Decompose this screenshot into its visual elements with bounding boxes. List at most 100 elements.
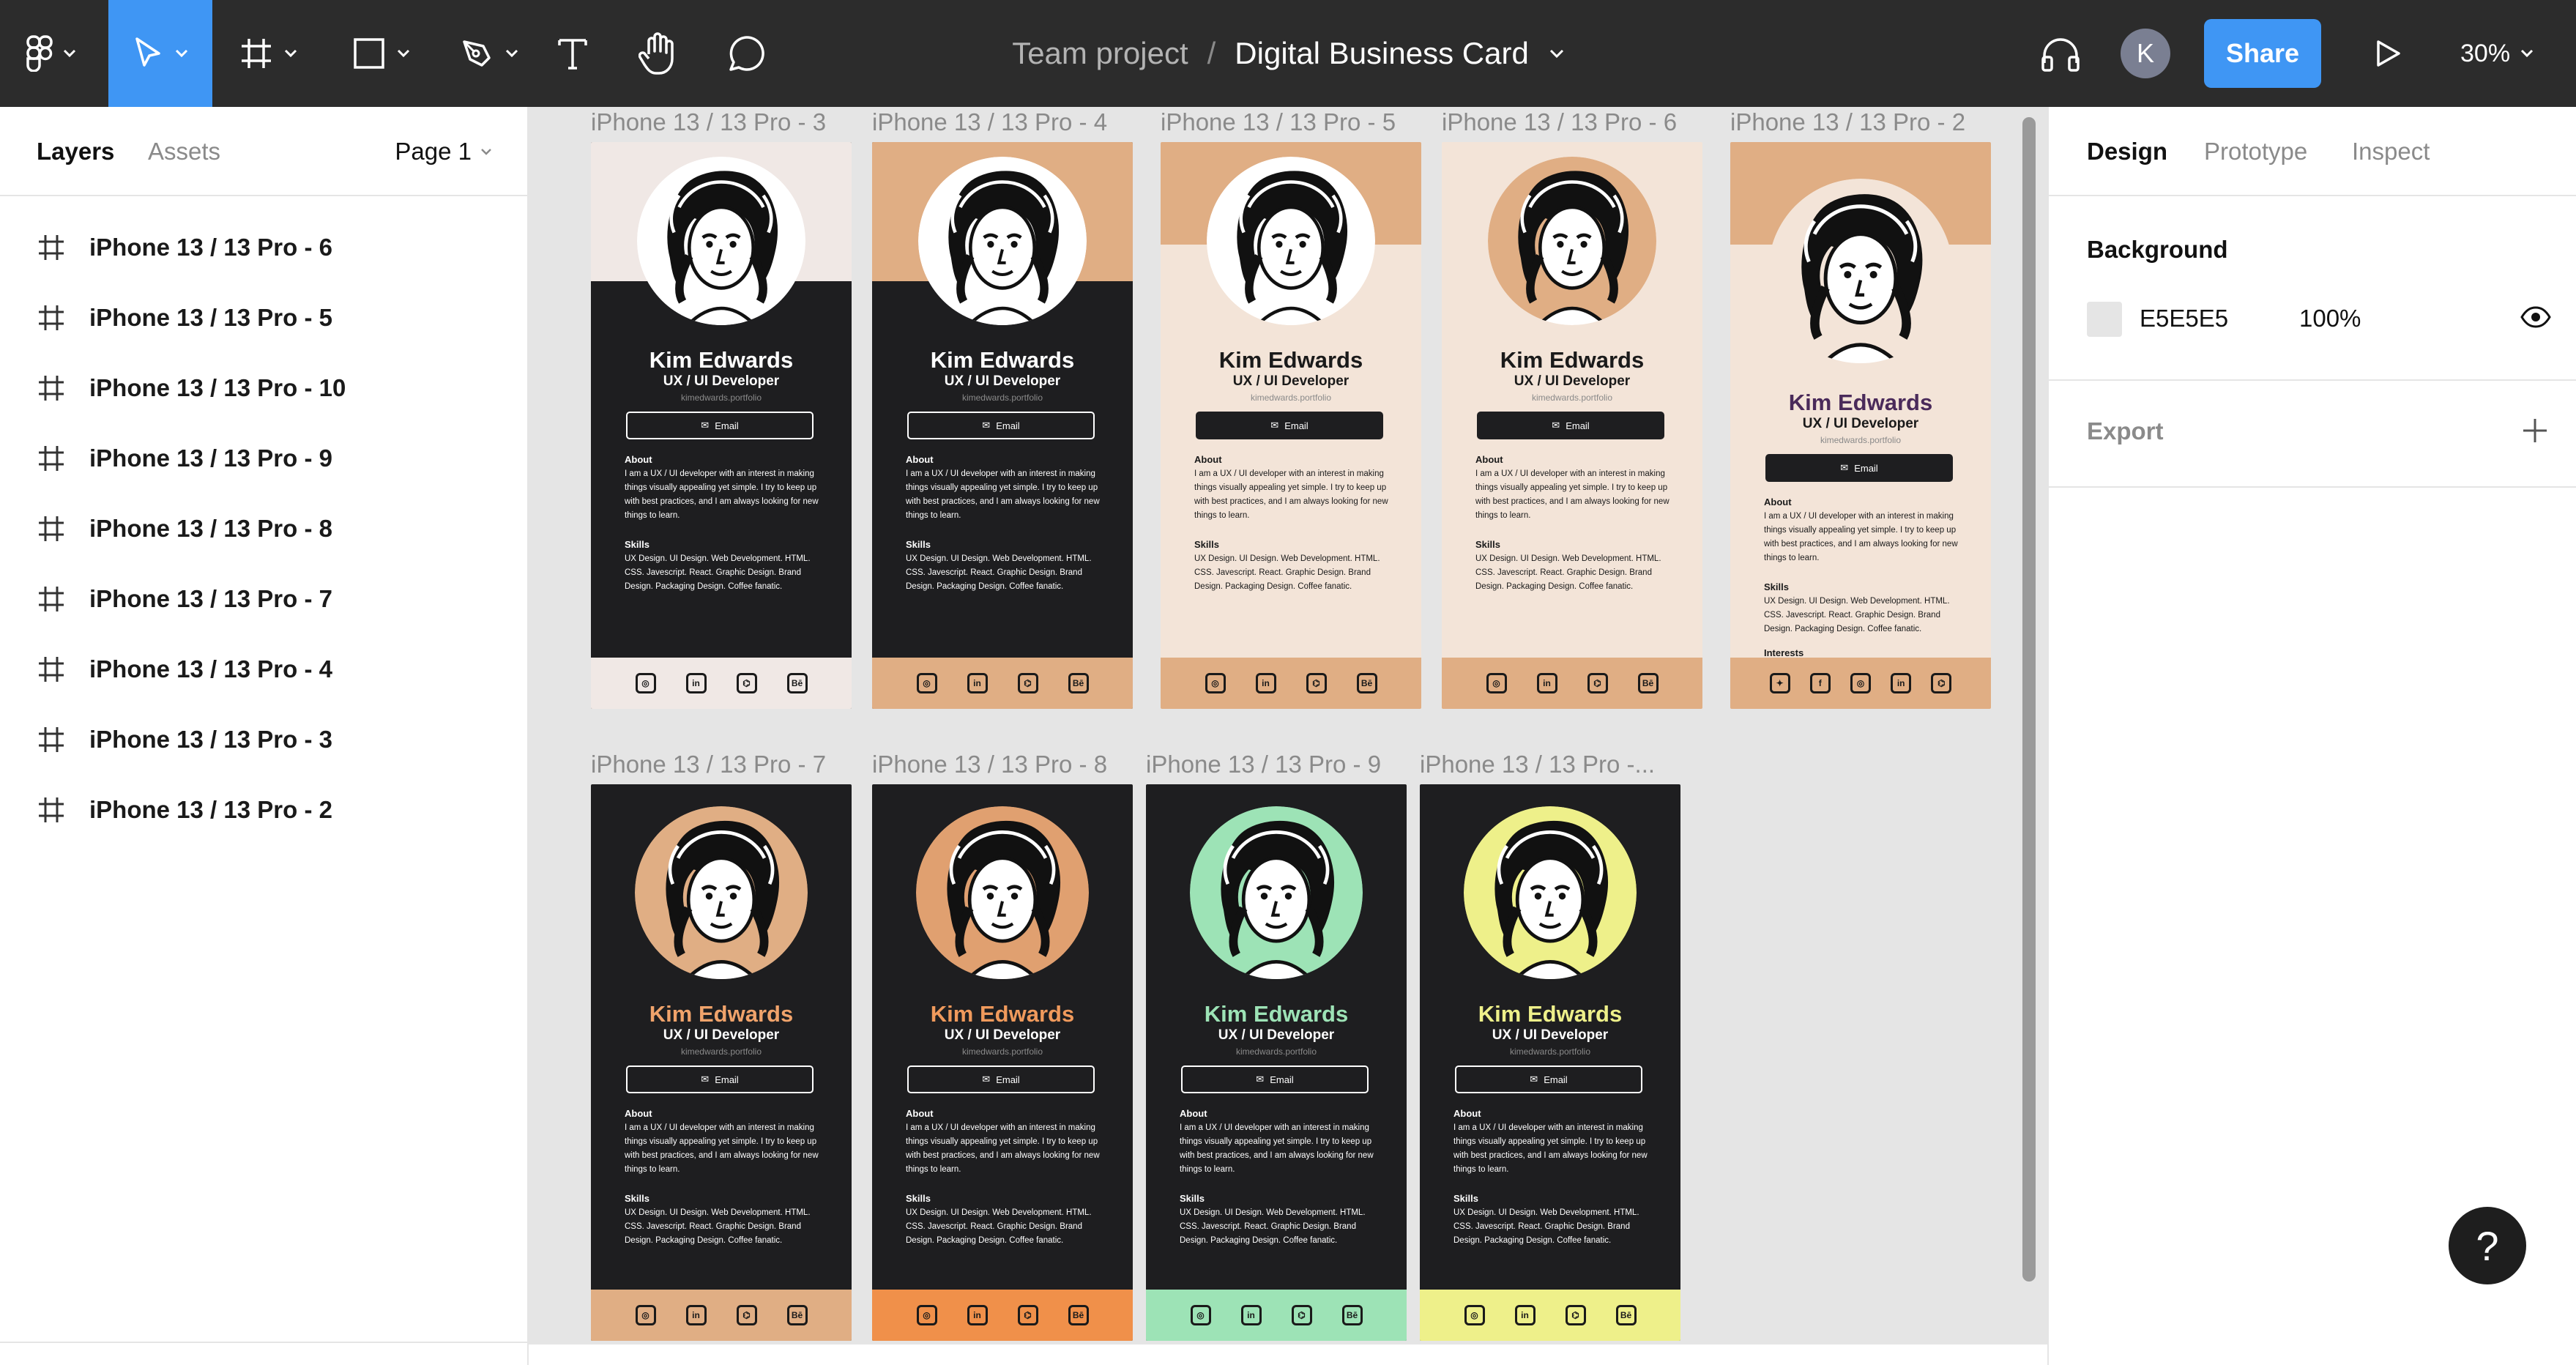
audio-call-button[interactable] [2034, 0, 2087, 107]
share-button[interactable]: Share [2204, 19, 2321, 88]
business-card-frame[interactable]: Kim Edwards UX / UI Developer kimedwards.p… [591, 142, 852, 709]
linkedin-icon[interactable]: in [967, 1305, 988, 1325]
tab-layers[interactable]: Layers [37, 138, 114, 165]
chevron-down-icon[interactable] [1549, 48, 1564, 59]
present-button[interactable] [2362, 0, 2415, 107]
business-card-frame[interactable]: Kim Edwards UX / UI Developer kimedwards.p… [1146, 784, 1407, 1341]
business-card-frame[interactable]: Kim Edwards UX / UI Developer kimedwards.p… [1161, 142, 1421, 709]
business-card-frame[interactable]: Kim Edwards UX / UI Developer kimedwards.p… [1730, 142, 1991, 709]
layer-item[interactable]: iPhone 13 / 13 Pro - 9 [0, 423, 527, 494]
email-button[interactable]: ✉ Email [1196, 412, 1383, 439]
tab-inspect[interactable]: Inspect [2352, 138, 2430, 165]
instagram-icon[interactable]: ◎ [1190, 1305, 1211, 1325]
github-icon[interactable]: ⌬ [1291, 1305, 1312, 1325]
project-name[interactable]: Team project [1012, 36, 1188, 71]
instagram-icon[interactable]: ◎ [916, 1305, 937, 1325]
instagram-icon[interactable]: ◎ [916, 673, 937, 693]
background-color-swatch[interactable] [2087, 302, 2122, 337]
frame-tool-button[interactable] [220, 0, 316, 107]
frame-label[interactable]: iPhone 13 / 13 Pro - 3 [591, 108, 826, 136]
business-card-frame[interactable]: Kim Edwards UX / UI Developer kimedwards.p… [872, 784, 1133, 1341]
help-button[interactable]: ? [2449, 1207, 2526, 1284]
linkedin-icon[interactable]: in [1240, 1305, 1262, 1325]
move-tool-button[interactable] [108, 0, 212, 107]
github-icon[interactable]: ⌬ [1565, 1305, 1586, 1325]
behance-icon[interactable]: Bē [1068, 673, 1089, 693]
linkedin-icon[interactable]: in [1891, 673, 1912, 693]
frame-label[interactable]: iPhone 13 / 13 Pro - 2 [1730, 108, 1965, 136]
github-icon[interactable]: ⌬ [1017, 1305, 1038, 1325]
layer-item[interactable]: iPhone 13 / 13 Pro - 5 [0, 283, 527, 353]
instagram-icon[interactable]: ◎ [635, 673, 656, 693]
behance-icon[interactable]: Bē [786, 673, 808, 693]
eye-visibility-icon[interactable] [2520, 306, 2551, 328]
github-icon[interactable]: ⌬ [1587, 673, 1608, 693]
behance-icon[interactable]: Bē [1637, 673, 1659, 693]
business-card-frame[interactable]: Kim Edwards UX / UI Developer kimedwards.p… [591, 784, 852, 1341]
github-icon[interactable]: ⌬ [736, 673, 757, 693]
tab-prototype[interactable]: Prototype [2204, 138, 2307, 165]
facebook-icon[interactable]: f [1809, 673, 1831, 693]
frame-label[interactable]: iPhone 13 / 13 Pro - 6 [1442, 108, 1677, 136]
behance-icon[interactable]: Bē [1356, 673, 1377, 693]
behance-icon[interactable]: Bē [1615, 1305, 1637, 1325]
frame-label[interactable]: iPhone 13 / 13 Pro - 8 [872, 751, 1107, 778]
instagram-icon[interactable]: ◎ [1205, 673, 1226, 693]
pen-tool-button[interactable] [441, 0, 537, 107]
business-card-frame[interactable]: Kim Edwards UX / UI Developer kimedwards.p… [1442, 142, 1702, 709]
github-icon[interactable]: ⌬ [1017, 673, 1038, 693]
instagram-icon[interactable]: ◎ [1850, 673, 1871, 693]
frame-label[interactable]: iPhone 13 / 13 Pro - 5 [1161, 108, 1396, 136]
email-button[interactable]: ✉ Email [907, 1065, 1095, 1093]
business-card-frame[interactable]: Kim Edwards UX / UI Developer kimedwards.p… [1420, 784, 1680, 1341]
instagram-icon[interactable]: ◎ [1486, 673, 1507, 693]
frame-label[interactable]: iPhone 13 / 13 Pro - 4 [872, 108, 1107, 136]
tab-assets[interactable]: Assets [148, 138, 220, 165]
layer-item[interactable]: iPhone 13 / 13 Pro - 2 [0, 775, 527, 845]
linkedin-icon[interactable]: in [685, 673, 707, 693]
frame-label[interactable]: iPhone 13 / 13 Pro - 9 [1146, 751, 1381, 778]
linkedin-icon[interactable]: in [1255, 673, 1276, 693]
email-button[interactable]: ✉ Email [1765, 454, 1953, 482]
behance-icon[interactable]: Bē [1341, 1305, 1363, 1325]
design-canvas[interactable]: iPhone 13 / 13 Pro - 3 Kim Edwards UX / U… [529, 107, 2047, 1343]
canvas-vertical-scrollbar[interactable] [2022, 117, 2036, 1282]
shape-tool-button[interactable] [332, 0, 429, 107]
background-opacity-field[interactable]: 100% [2299, 305, 2361, 332]
behance-icon[interactable]: Bē [786, 1305, 808, 1325]
business-card-frame[interactable]: Kim Edwards UX / UI Developer kimedwards.p… [872, 142, 1133, 709]
tab-design[interactable]: Design [2087, 138, 2167, 165]
github-icon[interactable]: ⌬ [1931, 673, 1952, 693]
hand-tool-button[interactable] [633, 0, 685, 107]
linkedin-icon[interactable]: in [967, 673, 988, 693]
email-button[interactable]: ✉ Email [626, 412, 814, 439]
frame-label[interactable]: iPhone 13 / 13 Pro - 7 [591, 751, 826, 778]
instagram-icon[interactable]: ◎ [1464, 1305, 1485, 1325]
user-avatar[interactable]: K [2121, 29, 2170, 78]
main-menu-button[interactable] [0, 0, 103, 107]
background-hex-field[interactable]: E5E5E5 [2140, 305, 2228, 332]
layer-item[interactable]: iPhone 13 / 13 Pro - 7 [0, 564, 527, 634]
comment-tool-button[interactable] [721, 0, 773, 107]
linkedin-icon[interactable]: in [1536, 673, 1557, 693]
file-name[interactable]: Digital Business Card [1235, 36, 1529, 71]
email-button[interactable]: ✉ Email [1477, 412, 1664, 439]
layer-item[interactable]: iPhone 13 / 13 Pro - 10 [0, 353, 527, 423]
twitter-icon[interactable]: ✦ [1769, 673, 1790, 693]
behance-icon[interactable]: Bē [1068, 1305, 1089, 1325]
linkedin-icon[interactable]: in [685, 1305, 707, 1325]
email-button[interactable]: ✉ Email [907, 412, 1095, 439]
instagram-icon[interactable]: ◎ [635, 1305, 656, 1325]
frame-label[interactable]: iPhone 13 / 13 Pro -... [1420, 751, 1655, 778]
zoom-dropdown[interactable]: 30% [2460, 0, 2534, 107]
layer-item[interactable]: iPhone 13 / 13 Pro - 3 [0, 704, 527, 775]
github-icon[interactable]: ⌬ [736, 1305, 757, 1325]
linkedin-icon[interactable]: in [1514, 1305, 1535, 1325]
layer-item[interactable]: iPhone 13 / 13 Pro - 4 [0, 634, 527, 704]
text-tool-button[interactable] [546, 0, 599, 107]
github-icon[interactable]: ⌬ [1306, 673, 1327, 693]
email-button[interactable]: ✉ Email [1455, 1065, 1642, 1093]
layer-item[interactable]: iPhone 13 / 13 Pro - 6 [0, 212, 527, 283]
layer-item[interactable]: iPhone 13 / 13 Pro - 8 [0, 494, 527, 564]
email-button[interactable]: ✉ Email [626, 1065, 814, 1093]
